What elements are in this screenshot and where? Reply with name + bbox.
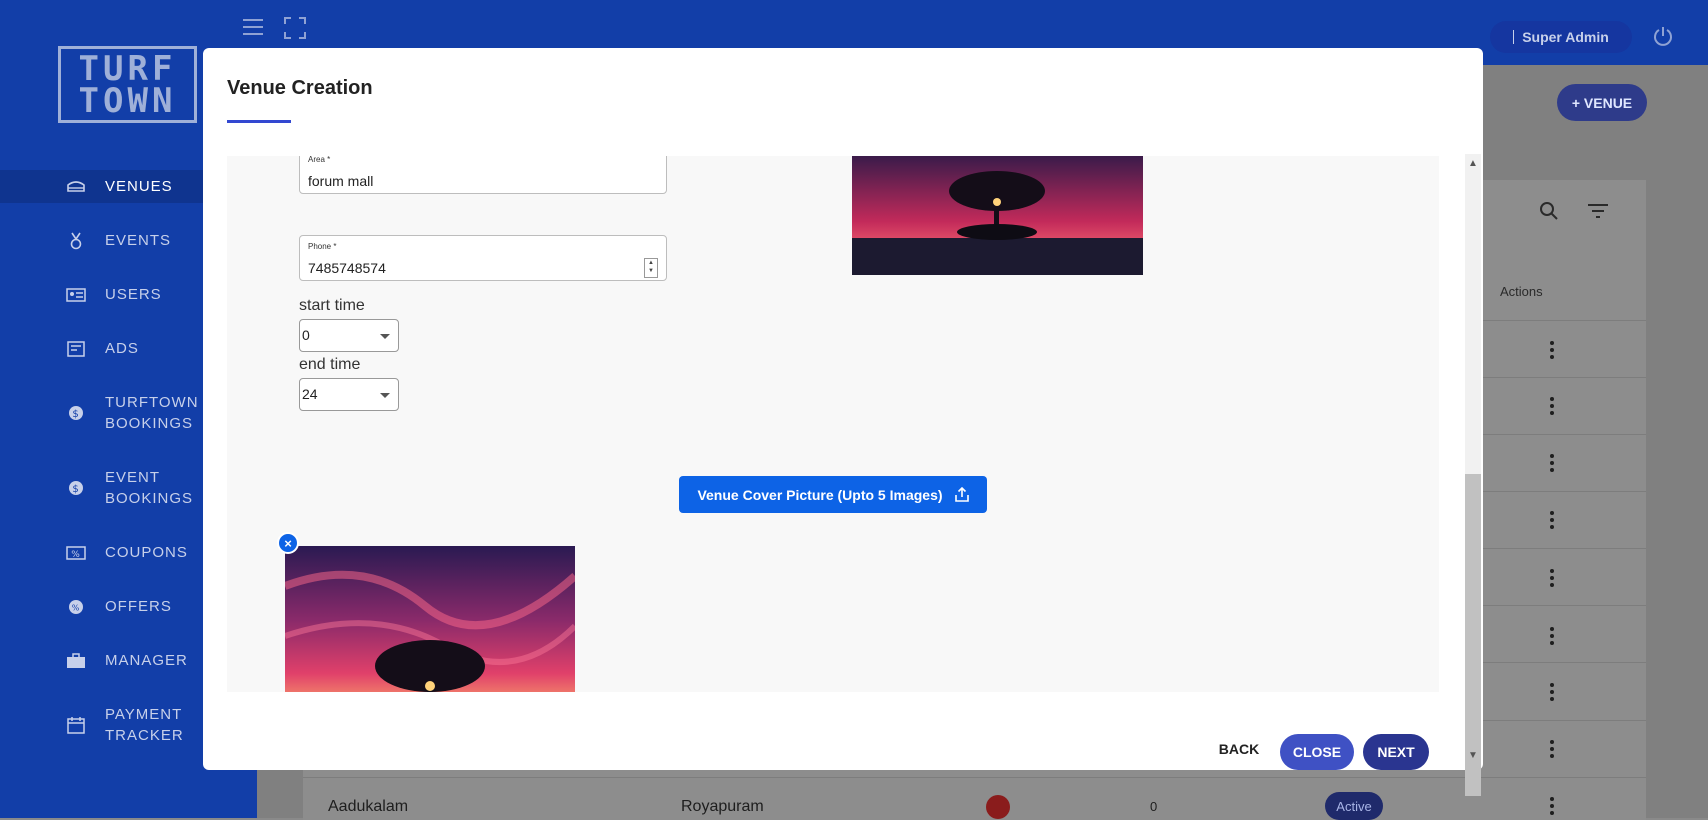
offer-badge-icon: % xyxy=(66,597,86,617)
coin-icon: $ xyxy=(66,478,86,498)
user-menu[interactable]: Super Admin xyxy=(1490,21,1632,53)
row-actions-kebab-icon[interactable] xyxy=(1550,454,1554,472)
sidebar-item-label: TURFTOWN xyxy=(105,394,199,411)
billboard-icon xyxy=(66,339,86,359)
divider xyxy=(1513,30,1515,44)
area-field-value[interactable]: forum mall xyxy=(308,173,373,189)
search-icon[interactable] xyxy=(1539,201,1559,226)
scroll-down-arrow-icon[interactable]: ▼ xyxy=(1468,750,1478,761)
sidebar-item-label: EVENTS xyxy=(105,232,172,249)
sidebar-item-label: TRACKER xyxy=(105,727,184,744)
svg-text:%: % xyxy=(72,603,81,612)
add-venue-label: + VENUE xyxy=(1571,94,1633,111)
next-button-label: NEXT xyxy=(1377,744,1415,760)
sidebar-item-label: EVENT xyxy=(105,469,161,486)
end-time-value: 24 xyxy=(302,386,318,402)
sidebar-item-label: ADS xyxy=(105,340,139,357)
back-button[interactable]: BACK xyxy=(1203,734,1275,764)
close-button[interactable]: CLOSE xyxy=(1280,734,1354,770)
end-time-select[interactable]: 24 xyxy=(299,378,399,411)
back-button-label: BACK xyxy=(1218,741,1260,757)
start-time-value: 0 xyxy=(302,327,310,343)
modal-scrollbar[interactable]: ▲ ▼ xyxy=(1465,154,1481,796)
turftown-logo[interactable]: TURF TOWN xyxy=(58,46,197,123)
row-divider xyxy=(303,777,1646,778)
row-actions-kebab-icon[interactable] xyxy=(1550,683,1554,701)
row-actions-kebab-icon[interactable] xyxy=(1550,341,1554,359)
svg-text:%: % xyxy=(71,550,81,560)
user-name: Super Admin xyxy=(1522,29,1609,45)
caret-down-icon xyxy=(380,334,390,339)
menu-icon[interactable] xyxy=(242,18,264,41)
remove-image-close-icon[interactable]: × xyxy=(277,532,299,554)
sidebar-item-label: USERS xyxy=(105,286,162,303)
status-badge[interactable]: Active xyxy=(1325,792,1383,820)
uploaded-image-preview xyxy=(852,156,1143,275)
row-actions-kebab-icon[interactable] xyxy=(1550,740,1554,758)
venue-creation-modal: Venue Creation Area * forum mall Phone *… xyxy=(203,48,1483,796)
venue-name-cell: Aadukalam xyxy=(328,798,409,815)
row-actions-kebab-icon[interactable] xyxy=(1550,397,1554,415)
logo-text-line2: TOWN xyxy=(78,81,177,121)
power-icon[interactable] xyxy=(1652,26,1674,53)
caret-down-icon xyxy=(380,393,390,398)
sidebar-item-label: PAYMENT xyxy=(105,706,183,723)
end-time-label: end time xyxy=(299,356,361,373)
cover-image-thumbnail xyxy=(283,546,578,692)
row-actions-kebab-icon[interactable] xyxy=(1550,627,1554,645)
sidebar-item-label: BOOKINGS xyxy=(105,490,194,507)
phone-field-value[interactable]: 7485748574 xyxy=(308,260,386,276)
title-underline xyxy=(227,120,291,123)
row-actions-kebab-icon[interactable] xyxy=(1550,569,1554,587)
number-spinner-icon[interactable]: ▲ ▼ xyxy=(644,258,658,278)
filter-icon[interactable] xyxy=(1587,203,1609,224)
start-time-label: start time xyxy=(299,297,365,314)
coin-icon: $ xyxy=(66,403,86,423)
sidebar-item-label: VENUES xyxy=(105,178,173,195)
row-actions-kebab-icon[interactable] xyxy=(1550,511,1554,529)
area-field[interactable]: Area * forum mall xyxy=(299,156,667,194)
modal-title: Venue Creation xyxy=(227,77,373,99)
scrollbar-thumb[interactable] xyxy=(1465,474,1481,796)
sidebar-item-label: MANAGER xyxy=(105,652,188,669)
scroll-up-arrow-icon[interactable]: ▲ xyxy=(1468,158,1478,169)
svg-text:$: $ xyxy=(72,409,79,420)
briefcase-icon xyxy=(66,651,86,671)
venue-area-cell: Royapuram xyxy=(681,798,764,815)
area-field-label: Area * xyxy=(308,156,331,164)
fullscreen-icon[interactable] xyxy=(284,17,306,44)
sidebar-item-label: OFFERS xyxy=(105,598,172,615)
sidebar-item-label: BOOKINGS xyxy=(105,415,194,432)
medal-icon xyxy=(66,231,86,251)
start-time-select[interactable]: 0 xyxy=(299,319,399,352)
phone-field[interactable]: Phone * 7485748574 ▲ ▼ xyxy=(299,235,667,281)
close-button-label: CLOSE xyxy=(1292,744,1342,760)
stadium-icon xyxy=(66,177,86,197)
sport-icon xyxy=(986,795,1010,819)
id-card-icon xyxy=(66,285,86,305)
venue-count-cell: 0 xyxy=(1150,799,1158,814)
upload-icon xyxy=(954,486,969,502)
modal-body: Area * forum mall Phone * 7485748574 ▲ ▼ … xyxy=(227,156,1439,692)
calendar-icon xyxy=(66,715,86,735)
coupon-icon: % xyxy=(66,543,86,563)
svg-text:$: $ xyxy=(72,484,79,495)
add-venue-button[interactable]: + VENUE xyxy=(1557,84,1647,121)
upload-button-label: Venue Cover Picture (Upto 5 Images) xyxy=(697,486,943,503)
actions-column-header: Actions xyxy=(1500,284,1543,299)
venue-cover-upload-button[interactable]: Venue Cover Picture (Upto 5 Images) xyxy=(679,476,987,513)
next-button[interactable]: NEXT xyxy=(1363,734,1429,770)
sidebar-item-label: COUPONS xyxy=(105,544,188,561)
row-actions-kebab-icon[interactable] xyxy=(1550,797,1554,815)
phone-field-label: Phone * xyxy=(308,242,337,251)
